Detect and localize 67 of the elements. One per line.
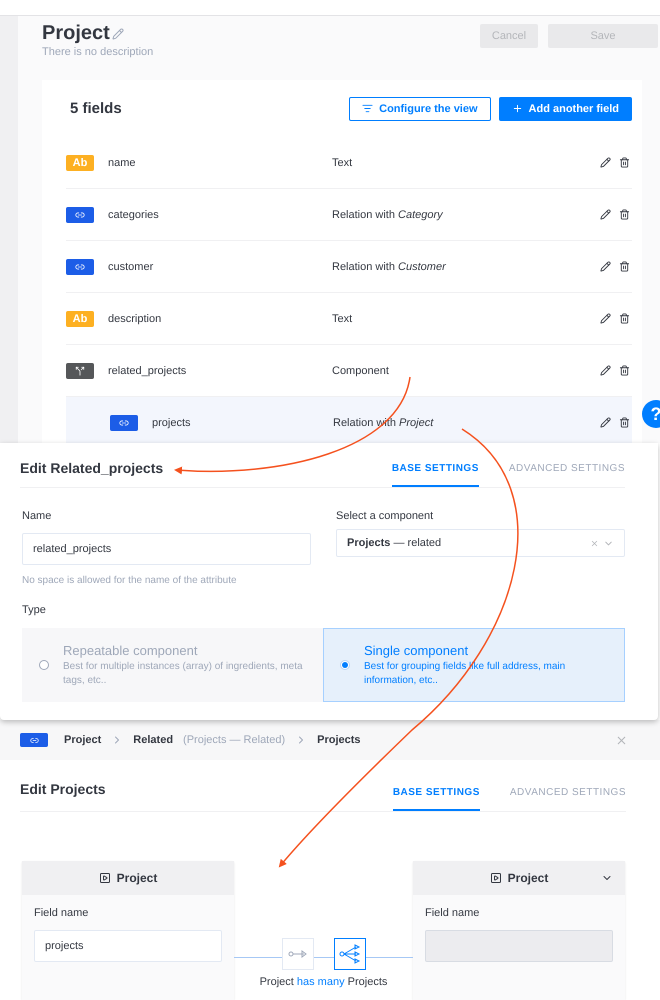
settings-tab[interactable]: BASE SETTINGS <box>392 463 479 487</box>
edit-icon[interactable] <box>600 365 611 376</box>
breadcrumb-item[interactable]: Project <box>64 734 102 746</box>
field-type: Component <box>332 364 390 376</box>
name-input[interactable]: related_projects <box>22 533 311 565</box>
field-type: Text <box>332 156 354 168</box>
fork-icon <box>66 362 94 378</box>
configure-view-button[interactable]: Configure the view <box>349 96 491 120</box>
relation-type-button[interactable] <box>334 938 366 970</box>
field-label: Field name <box>425 907 480 919</box>
settings-tab[interactable]: BASE SETTINGS <box>392 787 480 811</box>
edit-icon[interactable] <box>600 209 611 220</box>
edit-icon[interactable] <box>600 157 611 168</box>
box-title: Project <box>508 871 548 885</box>
field-hint: No space is allowed for the name of the attribute <box>22 575 238 586</box>
page-description: There is no description <box>42 46 154 58</box>
field-name: related_projects <box>107 364 188 376</box>
relation-summary: Project has many Projects <box>258 976 388 988</box>
delete-icon[interactable] <box>619 209 630 220</box>
breadcrumb-item[interactable]: Projects <box>317 734 361 746</box>
edit-icon[interactable] <box>600 313 611 324</box>
field-type: Relation with Customer <box>332 260 448 272</box>
modal-title: Edit Related_projects <box>20 459 164 476</box>
field-name: customer <box>107 260 154 272</box>
link-icon <box>20 733 48 747</box>
delete-icon[interactable] <box>619 157 630 168</box>
text-type-badge: Ab <box>66 154 94 170</box>
box-title: Project <box>116 871 158 885</box>
field-count: 5 fields <box>70 100 122 117</box>
link-icon <box>66 258 94 274</box>
play-icon <box>490 872 502 884</box>
edit-icon[interactable] <box>600 417 611 428</box>
component-select[interactable]: Projects — related <box>336 529 625 557</box>
text-type-badge: Ab <box>66 310 94 326</box>
field-label: Select a component <box>336 510 434 522</box>
filter-lines-icon <box>362 103 374 114</box>
field-type: Text <box>332 312 354 324</box>
add-field-button[interactable]: Add another field <box>498 96 632 120</box>
option-title: Repeatable component <box>63 643 198 658</box>
field-name: name <box>107 156 137 168</box>
edit-icon[interactable] <box>600 261 611 272</box>
one-way-relation-icon <box>288 949 308 959</box>
many-way-relation-icon <box>339 944 361 964</box>
link-icon <box>66 206 94 222</box>
delete-icon[interactable] <box>619 261 630 272</box>
breadcrumb-note: (Projects — Related) <box>183 734 286 746</box>
delete-icon[interactable] <box>619 313 630 324</box>
field-label: Type <box>22 604 47 616</box>
delete-icon[interactable] <box>619 365 630 376</box>
field-name: categories <box>107 208 160 220</box>
radio-button[interactable] <box>340 660 350 670</box>
page-title: Project <box>42 22 110 45</box>
link-icon <box>110 414 138 430</box>
field-name-input[interactable]: projects <box>34 930 222 962</box>
modal-title: Edit Projects <box>20 780 106 796</box>
option-description: Best for multiple instances (array) of ingredients, meta tags, etc.. <box>63 660 304 687</box>
field-name: projects <box>151 416 192 428</box>
plus-icon <box>512 103 523 114</box>
field-type: Relation with Category <box>332 208 444 220</box>
field-label: Field name <box>34 907 90 919</box>
play-icon <box>98 872 111 884</box>
field-name: description <box>107 312 162 324</box>
option-title: Single component <box>364 643 470 658</box>
field-label: Name <box>22 510 52 522</box>
delete-icon[interactable] <box>619 417 630 428</box>
radio-button[interactable] <box>39 660 49 670</box>
breadcrumb-item[interactable]: Related <box>133 734 174 746</box>
